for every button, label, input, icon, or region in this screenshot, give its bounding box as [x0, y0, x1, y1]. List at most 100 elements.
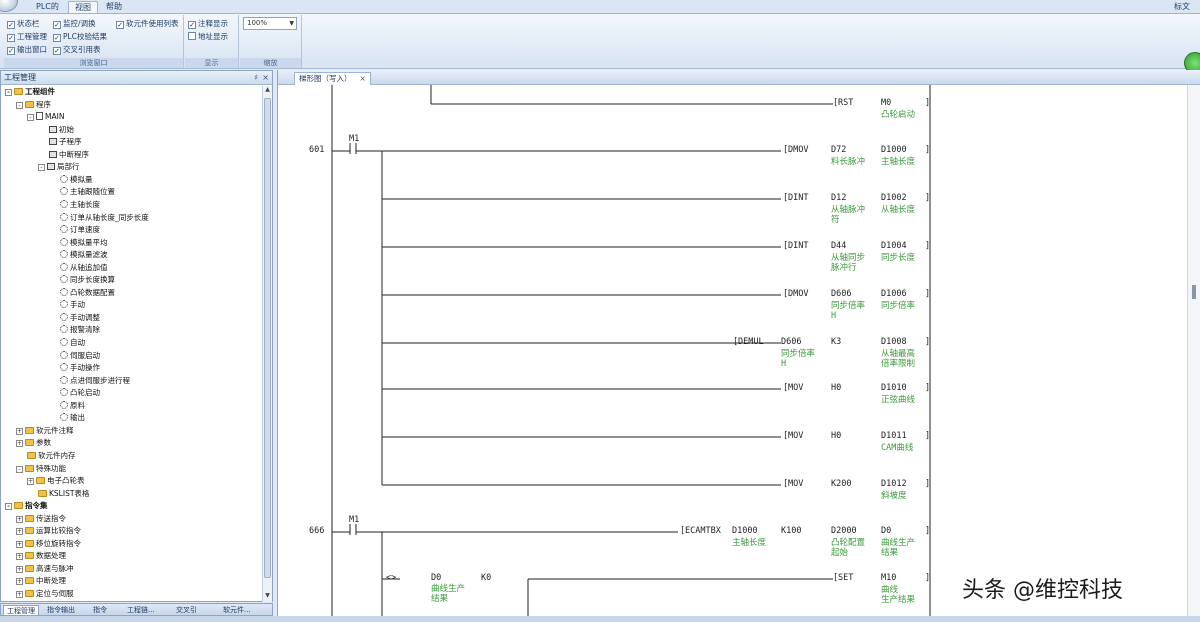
expand-icon[interactable]: + [16, 440, 23, 448]
tree-node[interactable]: + 中断处理 [16, 575, 66, 588]
tree-node[interactable]: 中断程序 [38, 149, 89, 162]
expand-icon[interactable]: + [16, 565, 23, 573]
tree-node[interactable]: 模拟量滤波 [49, 249, 108, 262]
collapse-icon[interactable]: - [38, 164, 45, 172]
tree-node[interactable]: 原料 [49, 400, 85, 413]
scrollbar-thumb[interactable] [264, 98, 271, 578]
tree-node[interactable]: 模拟量 [49, 174, 93, 187]
expand-icon[interactable]: + [27, 478, 34, 486]
menu-tab-plc[interactable]: PLC的 [30, 1, 65, 13]
tree-node[interactable]: 订单速度 [49, 224, 100, 237]
close-icon[interactable]: × [360, 74, 366, 83]
checkbox-monitor[interactable]: ✓ 监控/调换 [53, 18, 96, 29]
expand-icon[interactable]: + [16, 427, 23, 435]
menu-tab-view[interactable]: 视图 [68, 1, 98, 13]
tree-node-label: 中断处理 [36, 576, 66, 586]
tree-node-label: 报警清除 [70, 325, 100, 335]
tree-node[interactable]: 伺服启动 [49, 350, 100, 363]
tree-node[interactable]: 手动调整 [49, 312, 100, 325]
tree-node[interactable]: KSLIST表格 [27, 488, 89, 501]
operand: D606 [831, 289, 852, 299]
tree-node[interactable]: + 数据处理 [16, 550, 66, 563]
bottom-tab-output[interactable]: 指令输出 [47, 605, 75, 616]
tree-node[interactable]: - 局部行 [38, 161, 80, 174]
expand-icon[interactable]: + [16, 515, 23, 523]
tree-node[interactable]: 子程序 [38, 136, 82, 149]
expand-icon[interactable]: + [16, 528, 23, 536]
tree-node[interactable]: 输出 [49, 412, 85, 425]
checkbox-label: 交叉引用表 [63, 45, 101, 54]
tree-node[interactable]: + 电子凸轮表 [27, 475, 85, 488]
tree-node[interactable]: 初始 [38, 124, 74, 137]
checkbox-comment-display[interactable]: ✓ 注释显示 [188, 18, 228, 29]
tree-node[interactable]: 自动 [49, 337, 85, 350]
scroll-up-icon[interactable]: ▲ [263, 86, 272, 96]
expand-icon[interactable]: + [16, 591, 23, 598]
checkbox-project-manager[interactable]: ✓ 工程管理 [7, 31, 47, 42]
tree-node[interactable]: + 参数 [16, 437, 51, 450]
tree-node[interactable]: - 特殊功能 [16, 463, 66, 476]
collapse-icon[interactable]: - [27, 114, 34, 122]
zoom-select[interactable]: 100% ▼ [243, 17, 297, 30]
collapse-icon[interactable]: - [5, 503, 12, 511]
tree-node[interactable]: + 移位旋转指令 [16, 538, 81, 551]
tree-scrollbar[interactable]: ▲ ▼ [262, 86, 272, 602]
checkbox-device-list[interactable]: ✓ 软元件使用列表 [116, 18, 179, 29]
expand-icon[interactable]: + [16, 540, 23, 548]
tree-node[interactable]: 模拟量平均 [49, 237, 108, 250]
bottom-tab-project-link[interactable]: 工程链... [127, 605, 155, 616]
tree-node[interactable]: + 传送指令 [16, 513, 66, 526]
instruction-bracket-right: ] [925, 479, 931, 489]
close-icon[interactable]: × [262, 71, 269, 85]
operand-comment: 同步倍率 H [781, 349, 816, 369]
bottom-tab-cross-ref[interactable]: 交叉引 [176, 605, 197, 616]
ladder-editor[interactable]: [RST] M0 凸轮启动 601 M1[DMOV] D72 料长脉冲 D1000 主轴长度[D… [278, 85, 1188, 616]
tree-node[interactable]: 手动操作 [49, 362, 100, 375]
tree-node[interactable]: + 软元件注释 [16, 425, 74, 438]
document-scrollbar[interactable] [1187, 85, 1200, 616]
scrollbar-thumb[interactable] [1192, 285, 1196, 299]
bottom-tab-device[interactable]: 软元件... [223, 605, 251, 616]
tree-node[interactable]: 点进伺服步进行程 [49, 375, 130, 388]
checkbox-output-window[interactable]: ✓ 输出窗口 [7, 44, 47, 55]
tree-node[interactable]: 报警清除 [49, 324, 100, 337]
tree-node[interactable]: - 指令集 [5, 500, 48, 513]
expand-icon[interactable]: + [16, 553, 23, 561]
chevron-down-icon: ▼ [289, 20, 294, 27]
tree-node[interactable]: 手动 [49, 299, 85, 312]
pin-icon[interactable]: ♯ [254, 71, 258, 85]
tree-node[interactable]: 从轴追加值 [49, 262, 108, 275]
checkbox-cross-reference[interactable]: ✓ 交叉引用表 [53, 44, 101, 55]
operand: D44 [831, 241, 847, 251]
tree-node[interactable]: 订单从轴长度_同步长度 [49, 212, 149, 225]
expand-icon[interactable]: + [16, 578, 23, 586]
checkbox-address-display[interactable]: 地址显示 [188, 31, 228, 42]
bottom-tab-instruction[interactable]: 指令 [93, 605, 107, 616]
tree-node[interactable]: + 定位与伺服 [16, 588, 74, 601]
tree-node[interactable]: 凸轮数据配置 [49, 287, 115, 300]
tree-node[interactable]: 同步长度换算 [49, 274, 115, 287]
checkbox-status-bar[interactable]: ✓ 状态栏 [7, 18, 40, 29]
operand: K3 [831, 337, 842, 347]
checkbox-plc-check-result[interactable]: ✓ PLC校验结果 [53, 31, 107, 42]
collapse-icon[interactable]: - [16, 101, 23, 109]
tab-ladder-diagram[interactable]: 梯形图（写入） × [294, 72, 371, 85]
collapse-icon[interactable]: - [5, 89, 12, 96]
tree-node[interactable]: + 高速与脉冲 [16, 563, 74, 576]
tree-node[interactable]: 主轴跟随位置 [49, 186, 115, 199]
tree-node[interactable]: 凸轮启动 [49, 387, 100, 400]
operand-comment: CAM曲线 [881, 443, 914, 453]
collapse-icon[interactable]: - [16, 465, 23, 473]
menu-tab-help[interactable]: 帮助 [100, 1, 128, 13]
scroll-down-icon[interactable]: ▼ [263, 592, 272, 602]
tree-node[interactable]: 主轴长度 [49, 199, 100, 212]
tree-node[interactable]: 软元件内存 [16, 450, 76, 463]
tree-node[interactable]: - MAIN [27, 111, 64, 124]
tree-node[interactable]: - 工程组件 [5, 86, 55, 99]
app-menu-button[interactable] [0, 0, 18, 12]
bottom-tab-project[interactable]: 工程管理 [3, 605, 39, 616]
menu-right-label[interactable]: 标文 [1174, 1, 1190, 12]
folder-icon [14, 502, 23, 510]
tree-node[interactable]: + 运算比较指令 [16, 525, 81, 538]
tree-node[interactable]: - 程序 [16, 99, 51, 112]
